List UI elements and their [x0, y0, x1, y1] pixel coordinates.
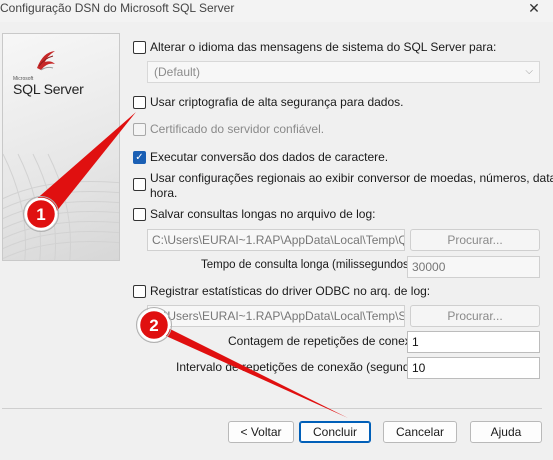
char-conversion-label: Executar conversão dos dados de caracter… — [150, 150, 389, 164]
trust-certificate-label: Certificado do servidor confiável. — [150, 122, 325, 136]
strong-encryption-option[interactable]: Usar criptografia de alta segurança para… — [133, 95, 403, 110]
long-query-path-field: C:\Users\EURAI~1.RAP\AppData\Local\Temp\… — [147, 229, 405, 251]
log-driver-stats-checkbox[interactable] — [133, 285, 146, 298]
log-long-queries-option[interactable]: Salvar consultas longas no arquivo de lo… — [133, 207, 375, 222]
trust-certificate-checkbox — [133, 123, 146, 136]
regional-settings-checkbox[interactable] — [133, 178, 146, 191]
regional-settings-option[interactable]: Usar configurações regionais ao exibir c… — [133, 171, 553, 201]
log-driver-stats-label: Registrar estatísticas do driver ODBC no… — [150, 284, 431, 298]
long-query-time-label: Tempo de consulta longa (milissegundos): — [201, 259, 416, 271]
back-button[interactable]: < Voltar — [228, 421, 294, 443]
log-long-queries-checkbox[interactable] — [133, 208, 146, 221]
title-bar: Configuração DSN do Microsoft SQL Server… — [0, 0, 553, 22]
close-icon[interactable]: ✕ — [515, 0, 553, 20]
regional-settings-label-line1: Usar configurações regionais ao exibir c… — [150, 171, 553, 185]
retry-count-label: Contagem de repetições de conexão: — [228, 334, 428, 348]
change-language-option[interactable]: Alterar o idioma das mensagens de sistem… — [133, 40, 496, 55]
log-long-queries-label: Salvar consultas longas no arquivo de lo… — [150, 207, 376, 221]
stats-browse-button: Procurar... — [410, 305, 540, 327]
change-language-label: Alterar o idioma das mensagens de sistem… — [150, 40, 497, 54]
char-conversion-checkbox[interactable]: ✓ — [133, 151, 146, 164]
char-conversion-option[interactable]: ✓ Executar conversão dos dados de caract… — [133, 150, 388, 165]
log-driver-stats-option[interactable]: Registrar estatísticas do driver ODBC no… — [133, 284, 430, 299]
retry-interval-field[interactable]: 10 — [407, 357, 540, 379]
chevron-down-icon: ⌵ — [525, 66, 533, 77]
regional-settings-label-line2: hora. — [150, 186, 178, 200]
finish-button[interactable]: Concluir — [299, 421, 371, 443]
trust-certificate-option: Certificado do servidor confiável. — [133, 122, 324, 137]
cancel-button[interactable]: Cancelar — [383, 421, 457, 443]
long-query-browse-button: Procurar... — [410, 229, 540, 251]
strong-encryption-label: Usar criptografia de alta segurança para… — [150, 95, 404, 109]
language-select-value: (Default) — [154, 65, 201, 79]
language-select: (Default) ⌵ — [147, 61, 540, 83]
window-title: Configuração DSN do Microsoft SQL Server — [0, 1, 235, 15]
strong-encryption-checkbox[interactable] — [133, 96, 146, 109]
retry-count-field[interactable]: 1 — [407, 331, 540, 353]
logo-sql-server-text: SQL Server — [13, 81, 84, 97]
regional-settings-label: Usar configurações regionais ao exibir c… — [150, 171, 553, 201]
sql-server-banner: Microsoft SQL Server — [2, 33, 120, 261]
sql-server-logo-icon — [37, 51, 55, 71]
stats-path-field: C:\Users\EURAI~1.RAP\AppData\Local\Temp\… — [147, 305, 405, 327]
long-query-time-field: 30000 — [407, 256, 540, 278]
change-language-checkbox[interactable] — [133, 41, 146, 54]
footer-separator — [2, 408, 542, 409]
help-button[interactable]: Ajuda — [470, 421, 542, 443]
banner-decoration — [3, 153, 119, 260]
retry-interval-label: Intervalo de repetições de conexão (segu… — [176, 360, 430, 374]
